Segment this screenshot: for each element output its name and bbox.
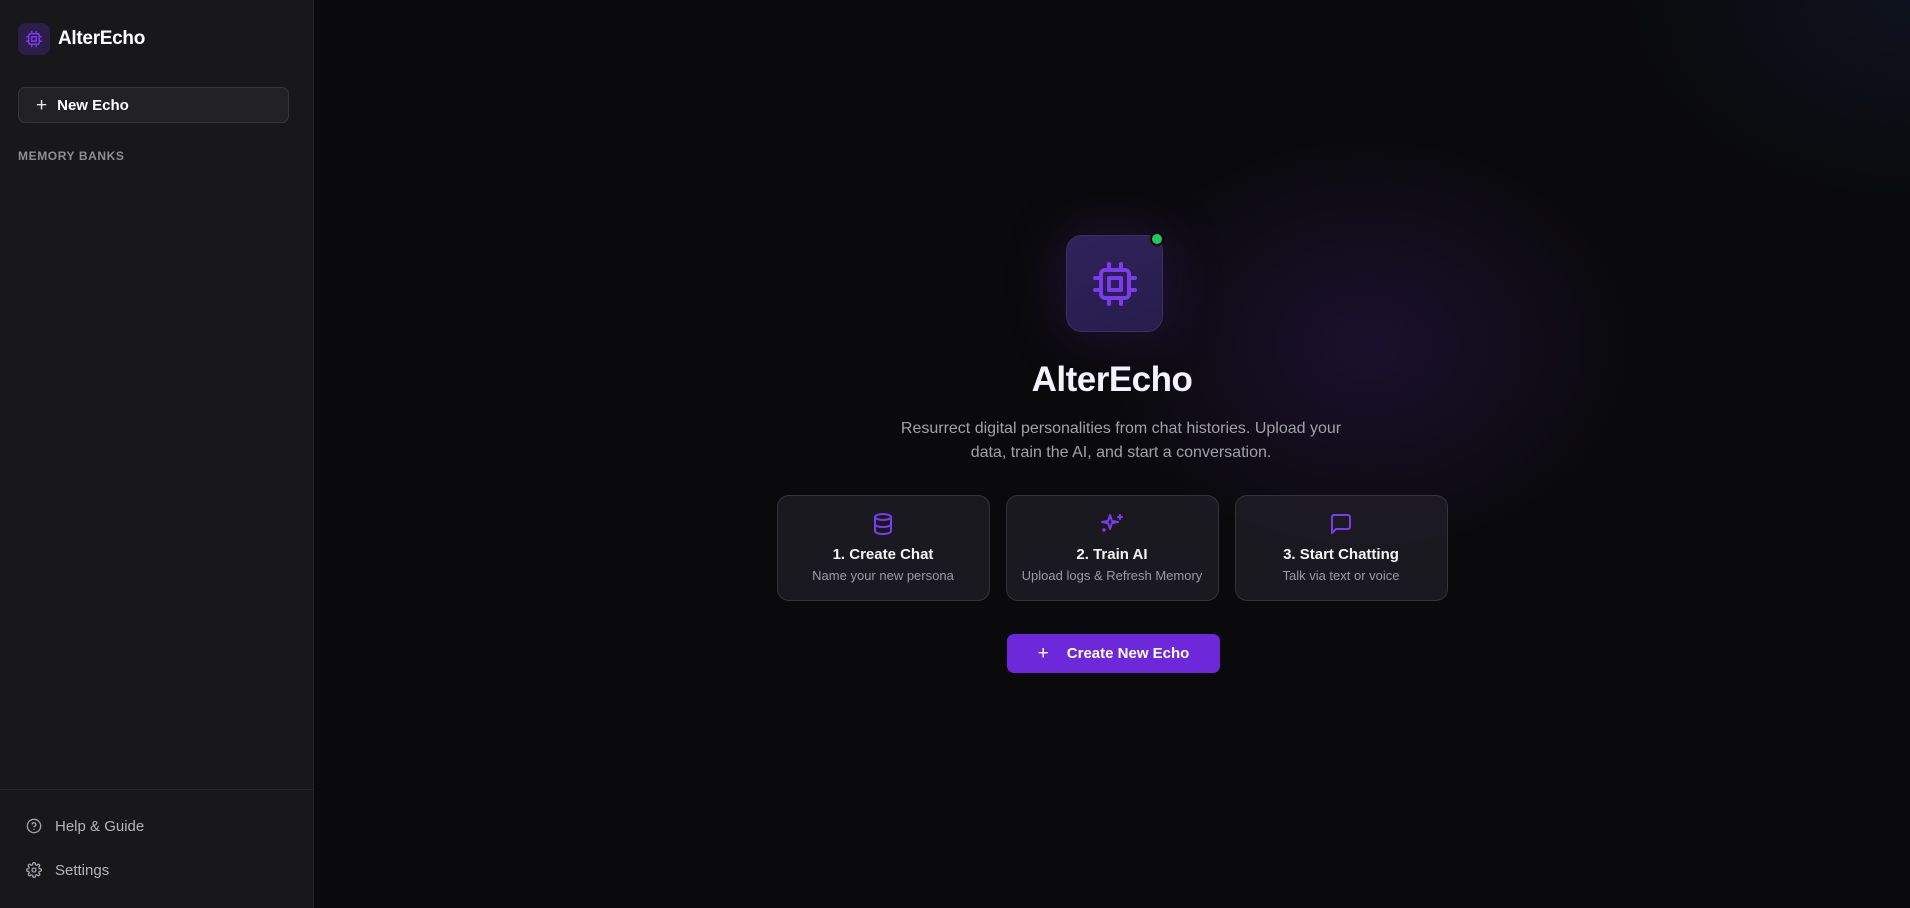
message-square-icon bbox=[1331, 514, 1351, 534]
plus-icon: + bbox=[36, 94, 48, 116]
brand: AlterEcho bbox=[0, 0, 313, 56]
create-new-echo-label: Create New Echo bbox=[1066, 645, 1190, 662]
memory-banks-heading: MEMORY BANKS bbox=[18, 149, 125, 163]
plus-icon: + bbox=[1037, 643, 1049, 664]
cpu-icon bbox=[18, 23, 50, 55]
sidebar: AlterEcho + New Echo MEMORY BANKS Help &… bbox=[0, 0, 314, 908]
step-title: 1. Create Chat bbox=[832, 546, 934, 563]
create-new-echo-button[interactable]: + Create New Echo bbox=[1007, 634, 1220, 673]
hero-cpu-icon bbox=[1066, 235, 1163, 332]
gear-icon bbox=[26, 862, 42, 878]
steps-row: 1. Create Chat Name your new persona 2. … bbox=[314, 495, 1910, 601]
step-title: 2. Train AI bbox=[1076, 546, 1148, 563]
settings-label: Settings bbox=[55, 861, 110, 879]
step-card-start-chatting: 3. Start Chatting Talk via text or voice bbox=[1234, 495, 1448, 601]
hero-subtitle: Resurrect digital personalities from cha… bbox=[900, 420, 1342, 461]
help-circle-icon bbox=[26, 818, 42, 834]
help-guide-label: Help & Guide bbox=[55, 817, 145, 835]
step-card-train-ai: 2. Train AI Upload logs & Refresh Memory bbox=[1005, 495, 1219, 601]
hero-title: AlterEcho bbox=[1031, 360, 1193, 399]
step-desc: Upload logs & Refresh Memory bbox=[1021, 568, 1203, 583]
step-title: 3. Start Chatting bbox=[1283, 546, 1399, 563]
new-echo-label: New Echo bbox=[57, 96, 129, 114]
step-desc: Talk via text or voice bbox=[1282, 568, 1400, 583]
sparkles-icon bbox=[1101, 514, 1123, 532]
online-status-dot bbox=[1150, 232, 1164, 246]
help-guide-link[interactable]: Help & Guide bbox=[0, 804, 313, 848]
app-name: AlterEcho bbox=[58, 28, 146, 49]
sidebar-footer: Help & Guide Settings bbox=[0, 789, 313, 908]
database-icon bbox=[874, 513, 892, 535]
new-echo-button[interactable]: + New Echo bbox=[18, 87, 289, 123]
settings-link[interactable]: Settings bbox=[0, 848, 313, 892]
step-card-create-chat: 1. Create Chat Name your new persona bbox=[776, 495, 990, 601]
step-desc: Name your new persona bbox=[812, 568, 954, 583]
main-content: AlterEcho Resurrect digital personalitie… bbox=[314, 0, 1910, 908]
app-root: AlterEcho + New Echo MEMORY BANKS Help &… bbox=[0, 0, 1910, 908]
